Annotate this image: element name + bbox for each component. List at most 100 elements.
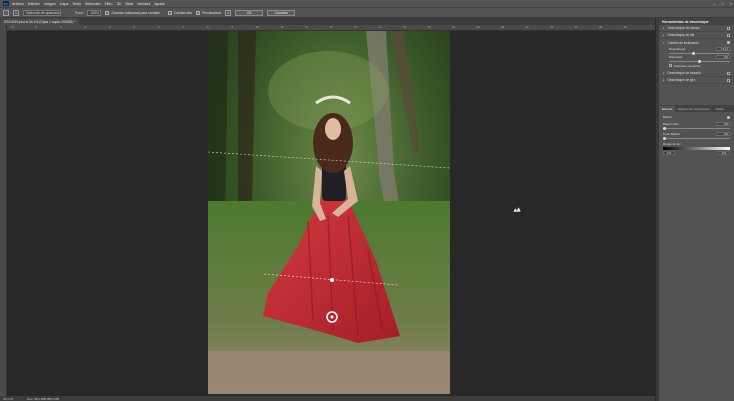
color-bokeh-label: Color Bokeh: [663, 132, 681, 136]
ruler-tick-label: 16 [329, 25, 333, 29]
field-blur-row[interactable]: ▸ Desenfoque de campo [659, 25, 734, 32]
ok-button[interactable]: OK [235, 9, 264, 16]
ruler-tick-label: 30 [501, 25, 505, 29]
path-blur-row[interactable]: ▸ Desenfoque de trazado [659, 70, 734, 77]
light-bokeh-slider[interactable]: Bokeh claro: 0% [663, 122, 730, 130]
menu-3d[interactable]: 3D [117, 2, 122, 6]
distortion-label: Distorsión: [669, 55, 684, 59]
ruler-tick-label: 38 [599, 25, 603, 29]
preview-label: Previsualizar [201, 10, 222, 15]
ruler-tick-label: 32 [525, 25, 529, 29]
light-range-max[interactable]: 255 [718, 151, 730, 155]
close-icon[interactable]: × [730, 1, 732, 6]
ruler-tick-label: 10 [11, 25, 15, 29]
tab-noise[interactable]: Ruido [713, 106, 727, 112]
light-range-values: 191 255 [663, 151, 730, 155]
field-blur-checkbox[interactable] [727, 27, 730, 30]
blur-amount-value[interactable]: 15 px [716, 47, 730, 51]
chevron-right-icon: ▸ [663, 78, 665, 82]
cancel-button[interactable]: Cancelar [267, 9, 296, 16]
menu-filtro[interactable]: Filtro [105, 2, 113, 6]
blur-gallery-panel: Herramientas de desenfoque ▸ Desenfoque … [659, 18, 734, 401]
maximize-icon[interactable]: □ [721, 1, 723, 6]
ruler-tick-label: 26 [452, 25, 456, 29]
menu-vista[interactable]: Vista [125, 2, 133, 6]
high-quality-label: Calidad alta [173, 10, 192, 15]
chevron-right-icon: ▸ [663, 71, 665, 75]
color-bokeh-slider[interactable]: Color Bokeh: 0% [663, 132, 730, 140]
ruler-tick-label: 4 [84, 25, 87, 29]
ruler-tick-label: 2 [109, 25, 111, 29]
ruler-tick-label: 34 [550, 25, 554, 29]
ruler-tick-label: 20 [378, 25, 382, 29]
document-tab[interactable]: DSC4019.psd al 34,1% (Capa 1 copia, RGB/… [0, 18, 79, 25]
chevron-down-icon: ▾ [663, 40, 665, 45]
iris-blur-checkbox[interactable] [727, 34, 730, 37]
field-blur-label: Desenfoque de campo [667, 26, 700, 30]
symmetric-distortion-checkbox[interactable] [669, 64, 672, 67]
effects-content: Bokeh Bokeh claro: 0% Color Bokeh: 0% Ra… [659, 112, 734, 158]
tilt-shift-checkbox[interactable] [727, 41, 730, 44]
color-bokeh-knob[interactable] [663, 136, 666, 140]
home-icon[interactable]: ⌂ [3, 9, 9, 16]
ruler-tick-label: 24 [427, 25, 431, 29]
ruler-tick-label: 10 [256, 25, 260, 29]
spin-blur-row[interactable]: ▸ Desenfoque de giro [659, 77, 734, 84]
iris-blur-row[interactable]: ▸ Desenfoque de iris [659, 32, 734, 39]
tilt-shift-label: Cambio de inclinación [667, 40, 699, 45]
save-masks-checkbox[interactable] [105, 10, 110, 15]
distortion-knob[interactable] [698, 59, 701, 63]
light-range-label: Rango de luz: [663, 142, 682, 146]
document-tabs: DSC4019.psd al 34,1% (Capa 1 copia, RGB/… [0, 18, 655, 25]
ruler-tick-label: 0 [133, 25, 136, 29]
path-blur-checkbox[interactable] [727, 72, 730, 75]
reset-icon[interactable]: ↺ [225, 9, 232, 16]
minimize-icon[interactable]: – [713, 1, 715, 6]
distortion-value[interactable]: 0% [716, 55, 730, 59]
ruler-tick-label: 12 [280, 25, 284, 29]
light-range-min[interactable]: 191 [663, 151, 675, 155]
ruler-tick-label: 2 [158, 25, 160, 29]
light-bokeh-knob[interactable] [663, 126, 666, 130]
menu-capa[interactable]: Capa [60, 2, 69, 6]
light-bokeh-value[interactable]: 0% [716, 122, 730, 126]
distortion-slider[interactable]: Distorsión: 0% [669, 55, 730, 63]
symmetric-distortion-row[interactable]: Distorsión simétrica [669, 63, 730, 68]
color-bokeh-value[interactable]: 0% [716, 132, 730, 136]
document-size: Doc: 28,1 MB/185,9 MB [27, 396, 60, 401]
window-controls: – □ × [713, 0, 732, 7]
selection-save-dropdown[interactable]: Selección de guardado [23, 9, 61, 16]
blur-amount-slider[interactable]: Desenfoque: 15 px [669, 47, 730, 55]
high-quality-checkbox[interactable] [167, 10, 172, 15]
menu-imagen[interactable]: Imagen [44, 2, 56, 6]
focus-input[interactable]: 100% [87, 9, 102, 16]
bokeh-checkbox[interactable] [727, 116, 730, 119]
ruler-tick-label: 4 [182, 25, 185, 29]
zoom-level[interactable]: 34,17% [3, 397, 13, 401]
menu-seleccion[interactable]: Selección [85, 2, 101, 6]
chevron-right-icon: ▸ [663, 33, 665, 37]
preview-checkbox[interactable] [195, 10, 200, 15]
menu-archivo[interactable]: Archivo [12, 2, 24, 6]
pointer-hand-icon [512, 206, 522, 213]
ruler-tick-label: 28 [476, 25, 480, 29]
spin-blur-checkbox[interactable] [727, 79, 730, 82]
photoshop-logo: Ps [3, 1, 9, 6]
menu-ventana[interactable]: Ventana [137, 2, 150, 6]
ruler-tick-label: 22 [403, 25, 407, 29]
menu-texto[interactable]: Texto [72, 2, 81, 6]
tab-effects[interactable]: Efectos [659, 106, 676, 112]
menu-edicion[interactable]: Edición [28, 2, 40, 6]
tab-motion-effects[interactable]: Efectos de movimiento [675, 106, 712, 112]
photo-canvas[interactable] [208, 31, 450, 394]
ruler-tick-label: 8 [35, 25, 38, 29]
tilt-shift-row[interactable]: ▾ Cambio de inclinación [659, 39, 734, 46]
ruler-tick-label: 8 [231, 25, 234, 29]
focus-pin-handle[interactable] [330, 278, 334, 282]
blur-tool-icon[interactable]: ✎ [13, 9, 19, 16]
menu-ayuda[interactable]: Ayuda [154, 2, 164, 6]
ruler-tick-label: 40 [623, 25, 627, 29]
light-range-gradient[interactable] [663, 147, 730, 150]
menu-bar: Ps Archivo Edición Imagen Capa Texto Sel… [0, 0, 734, 7]
bokeh-label: Bokeh [663, 115, 672, 119]
